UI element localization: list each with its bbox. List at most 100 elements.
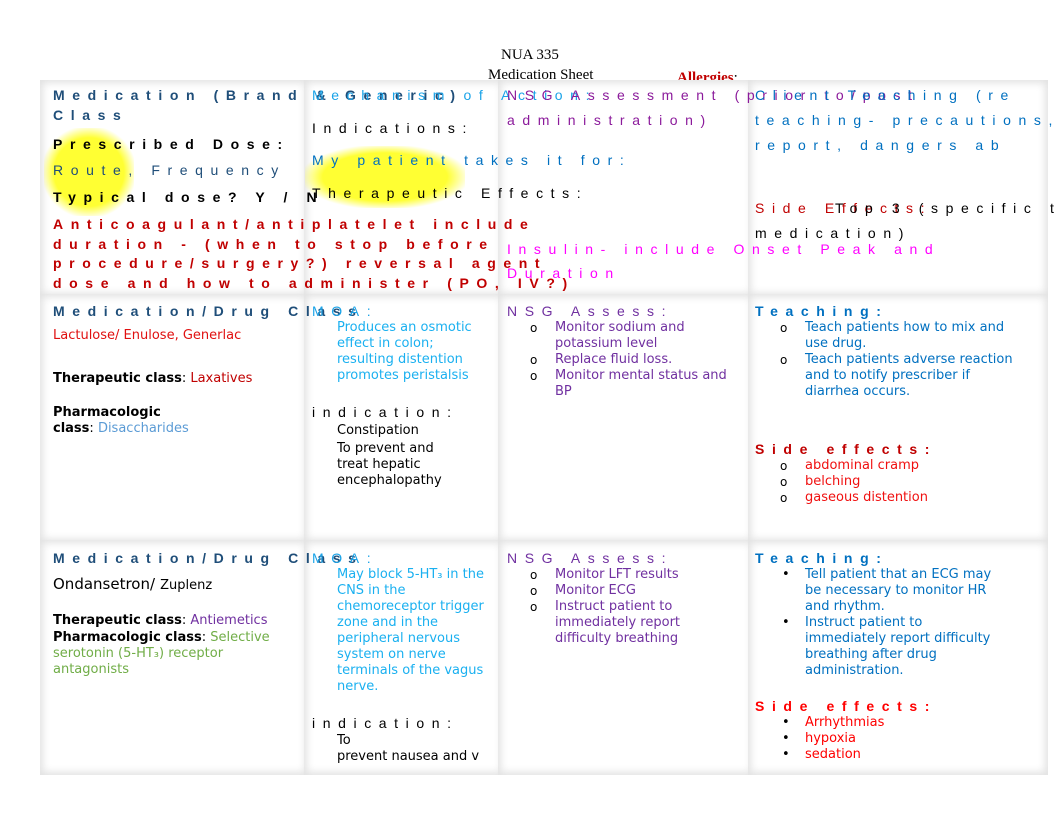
brand-name: Zuplenz: [160, 578, 213, 593]
template-nsg-heading: administration): [507, 112, 713, 128]
row2-teaching-label: Teaching:: [755, 550, 889, 566]
list-item: o abdominal cramp: [780, 458, 1020, 474]
bullet-dot-icon: •: [782, 615, 790, 630]
row2-teaching-list: • Tell patient that an ECG may be necessa…: [780, 567, 1005, 679]
row1-moa-text: Produces an osmotic effect in colon; res…: [337, 320, 472, 383]
indication-item: To prevent and treat hepatic encephalopa…: [337, 441, 442, 488]
list-item: • Arrhythmias: [780, 715, 1020, 731]
list-item: o Monitor mental status and BP: [530, 368, 740, 400]
value: Antiemetics: [190, 613, 268, 628]
list-item: • sedation: [780, 747, 1020, 763]
list-item: • Instruct patient to immediately report …: [780, 615, 1005, 679]
bullet-circle-icon: o: [530, 321, 538, 335]
row2-therapeutic-class: Therapeutic class: Antiemetics: [53, 613, 268, 628]
template-anticoagulant-note: procedure/surgery?) reversal agent: [53, 255, 548, 271]
bullet-circle-icon: o: [530, 584, 538, 598]
row1-therapeutic-class: Therapeutic class: Laxatives: [53, 371, 253, 386]
course-title: NUA 335: [501, 47, 559, 63]
bullet-circle-icon: o: [780, 475, 788, 489]
item-text: Monitor LFT results: [555, 567, 679, 582]
bullet-circle-icon: o: [530, 600, 538, 614]
label: Pharmacologic class: [53, 630, 202, 645]
row2-side-effects-label: Side effects:: [755, 698, 938, 714]
template-teaching-heading: report, dangers ab: [755, 137, 1007, 153]
bullet-circle-icon: o: [780, 459, 788, 473]
row2-moa-text: May block 5-HT₃ in the CNS in the chemor…: [337, 567, 484, 694]
label: Therapeutic class: [53, 613, 182, 628]
template-insulin-note: Duration: [507, 265, 621, 281]
indication-item: To: [337, 733, 351, 748]
label: Pharmacologic: [53, 405, 161, 420]
template-anticoagulant-note: duration - (when to stop before: [53, 236, 495, 252]
item-text: belching: [805, 474, 861, 489]
list-item: o Monitor LFT results: [530, 567, 690, 583]
list-item: o Teach patients adverse reaction and to …: [780, 352, 1020, 400]
item-text: Replace fluid loss.: [555, 352, 673, 367]
bullet-dot-icon: •: [782, 567, 790, 582]
template-insulin-note: Insulin- include Onset Peak and: [507, 241, 941, 257]
value: Disaccharides: [97, 421, 189, 436]
row2-drug-name: Ondansetron/ Zuplenz: [53, 574, 212, 593]
row1-indication-label: indication:: [312, 404, 459, 420]
bullet-circle-icon: o: [780, 321, 788, 335]
row2-pharmacologic-class: Pharmacologic class: Selective serotonin…: [53, 630, 270, 677]
row1-nsg-list: o Monitor sodium and potassium level o Rep…: [530, 320, 740, 400]
template-anticoagulant-note: dose and how to administer (PO, IV?): [53, 275, 575, 291]
label: Therapeutic class: [53, 371, 182, 386]
template-typical-dose: Typical dose? Y / N: [53, 189, 325, 205]
row1-indication-text: Constipation To prevent and treat hepati…: [337, 423, 467, 489]
template-medication-note: medication): [755, 225, 911, 241]
indication-item: Constipation: [337, 423, 419, 438]
list-item: • Tell patient that an ECG may be necessa…: [780, 567, 1005, 615]
item-text: Tell patient that an ECG may be necessar…: [805, 567, 992, 614]
bullet-dot-icon: •: [782, 715, 790, 730]
row1-nsg-label: NSG Assess:: [507, 303, 674, 319]
template-anticoagulant-note: Anticoagulant/antiplatelet include: [53, 216, 536, 232]
row2-nsg-label: NSG Assess:: [507, 550, 674, 566]
list-item: o Replace fluid loss.: [530, 352, 740, 368]
bullet-circle-icon: o: [530, 353, 538, 367]
template-teaching-heading: Client Teaching (re: [755, 87, 1016, 103]
item-text: sedation: [805, 747, 861, 762]
template-patient-takes: My patient takes it for:: [312, 152, 632, 168]
value: Laxatives: [190, 371, 253, 386]
row1-drug-name: Lactulose/ Enulose, Generlac: [53, 328, 242, 343]
list-item: • hypoxia: [780, 731, 1020, 747]
list-item: o Instruct patient to immediately report …: [530, 599, 690, 647]
bullet-circle-icon: o: [530, 568, 538, 582]
item-text: hypoxia: [805, 731, 857, 746]
template-top3: Top 3 (specific to: [835, 200, 1062, 216]
item-text: Instruct patient to immediately report d…: [555, 599, 681, 646]
row1-teaching-list: o Teach patients how to mix and use drug.…: [780, 320, 1020, 400]
template-teaching-heading: teaching- precautions,: [755, 112, 1060, 128]
list-item: o Teach patients how to mix and use drug.: [780, 320, 1020, 352]
item-text: gaseous distention: [805, 490, 928, 505]
row2-side-effects-list: • Arrhythmias • hypoxia • sedation: [780, 715, 1020, 763]
template-therapeutic-effects: Therapeutic Effects:: [312, 185, 589, 201]
item-text: Teach patients adverse reaction and to n…: [805, 352, 1013, 399]
list-item: o Monitor ECG: [530, 583, 690, 599]
bullet-circle-icon: o: [780, 491, 788, 505]
row1-pharmacologic-class: Pharmacologic class: Disaccharides: [53, 405, 189, 436]
generic-name: Ondansetron/: [53, 575, 156, 593]
template-route-frequency: Route, Frequency: [53, 162, 286, 178]
row1-side-effects-list: o abdominal cramp o belching o gaseous dist…: [780, 458, 1020, 506]
item-text: Teach patients how to mix and use drug.: [805, 320, 1005, 351]
item-text: Instruct patient to immediately report d…: [805, 615, 991, 678]
template-indications: Indications:: [312, 120, 475, 136]
item-text: abdominal cramp: [805, 458, 920, 473]
row2-indication-text: To prevent nausea and v: [337, 733, 487, 765]
row1-side-effects-label: Side effects:: [755, 441, 938, 457]
bullet-circle-icon: o: [780, 353, 788, 367]
label: class: [53, 421, 90, 436]
row1-teaching-label: Teaching:: [755, 303, 889, 319]
indication-item: prevent nausea and v: [337, 749, 480, 764]
list-item: o belching: [780, 474, 1020, 490]
bullet-circle-icon: o: [530, 369, 538, 383]
item-text: Monitor ECG: [555, 583, 636, 598]
row2-indication-label: indication:: [312, 715, 459, 731]
row2-moa-label: MOA:: [312, 550, 379, 566]
item-text: Monitor mental status and BP: [555, 368, 727, 399]
bullet-dot-icon: •: [782, 747, 790, 762]
list-item: o Monitor sodium and potassium level: [530, 320, 740, 352]
